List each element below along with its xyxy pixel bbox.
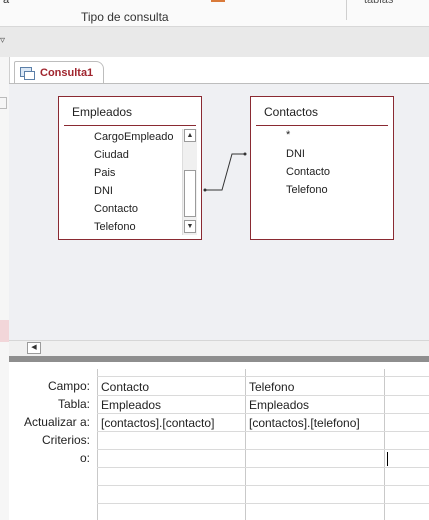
scroll-down-icon[interactable]: ▼ [184,220,196,233]
nav-pane-handle[interactable] [0,97,7,109]
grid-cell-campo[interactable]: Telefono [249,380,294,394]
field-item[interactable]: * [286,129,290,141]
row-divider [97,467,429,468]
ribbon-separator [346,0,347,20]
grid-cell-tabla[interactable]: Empleados [101,398,161,412]
row-divider [97,395,429,396]
ribbon-accent-mark [211,0,225,2]
row-label-tabla: Tabla: [57,397,90,411]
chevron-down-icon[interactable]: ▿ [0,35,5,46]
field-list-title[interactable]: Empleados [72,105,132,119]
title-divider [64,125,196,126]
ribbon-collapsed-area [0,27,429,57]
field-list-contactos[interactable]: Contactos * DNI Contacto Telefono [250,96,394,240]
scroll-thumb[interactable] [184,170,196,217]
scroll-left-icon[interactable]: ◀ [27,342,41,354]
query-icon [20,67,35,80]
grid-cell-actualizar[interactable]: [contactos].[contacto] [101,416,214,430]
field-list-scrollbar[interactable]: ▲ ▼ [182,129,197,235]
grid-cell-actualizar[interactable]: [contactos].[telefono] [249,416,360,430]
field-list-title[interactable]: Contactos [264,105,318,119]
ribbon-group-fragment: tablas [364,0,394,6]
row-divider [97,485,429,486]
ribbon-group-label: Tipo de consulta [81,10,169,24]
row-label-criterios: Criterios: [41,433,90,447]
column-divider[interactable] [384,369,385,520]
row-label-o: o: [79,451,90,465]
row-label-actualizar: Actualizar a: [23,415,90,429]
row-divider [97,413,429,414]
ribbon: a Tipo de consulta tablas [0,0,429,27]
field-item[interactable]: CargoEmpleado [94,131,174,143]
row-divider [97,449,429,450]
row-divider [97,376,429,377]
field-list-empleados[interactable]: Empleados CargoEmpleado Ciudad Pais DNI … [58,96,202,240]
ribbon-fragment: a [3,0,10,6]
field-item[interactable]: Contacto [94,203,138,215]
scroll-up-icon[interactable]: ▲ [184,129,196,142]
field-item[interactable]: DNI [286,148,305,160]
row-divider [97,431,429,432]
grid-cell-campo[interactable]: Contacto [101,380,149,394]
grid-cell-tabla[interactable]: Empleados [249,398,309,412]
title-divider [256,125,388,126]
field-item[interactable]: Telefono [286,184,328,196]
field-item[interactable]: Pais [94,167,115,179]
row-label-campo: Campo: [47,379,90,393]
text-caret [387,452,388,466]
field-item[interactable]: Telefono [94,221,136,233]
field-item[interactable]: Ciudad [94,149,129,161]
column-divider[interactable] [245,369,246,520]
design-horizontal-scrollbar[interactable]: ◀ [9,340,429,356]
nav-pane-selected-marker [0,320,9,342]
tab-consulta1[interactable]: Consulta1 [14,61,104,84]
field-item[interactable]: DNI [94,185,113,197]
field-item[interactable]: Contacto [286,166,330,178]
tab-label: Consulta1 [40,67,94,79]
row-divider [97,503,429,504]
